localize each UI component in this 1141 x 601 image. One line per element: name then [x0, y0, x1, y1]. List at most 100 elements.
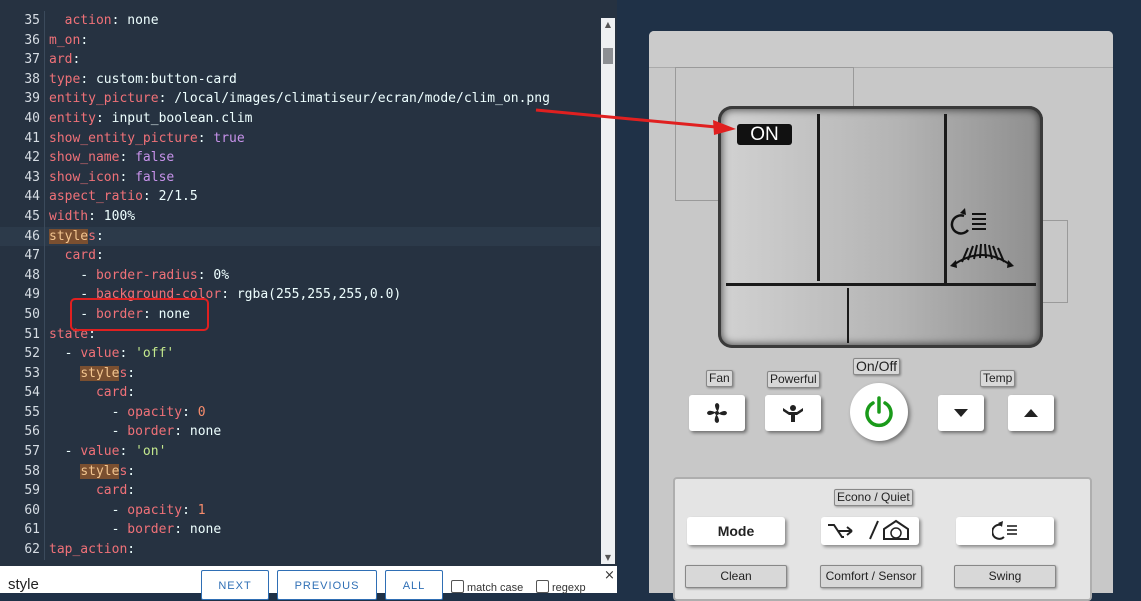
code-text: - border-radius: 0% — [49, 267, 230, 283]
power-button[interactable] — [850, 383, 908, 441]
powerful-button[interactable] — [765, 395, 821, 431]
gutter-divider — [44, 285, 45, 305]
code-line[interactable]: 62 tap_action: — [0, 540, 600, 560]
line-number: 35 — [24, 13, 40, 28]
code-line[interactable]: 46 styles: — [0, 226, 600, 247]
line-number: 58 — [24, 463, 40, 479]
previous-button[interactable]: PREVIOUS — [277, 570, 377, 600]
code-line[interactable]: 43 show_icon: false — [0, 167, 600, 188]
code-line[interactable]: 56 - border: none — [0, 422, 600, 443]
code-line[interactable]: 53 styles: — [0, 363, 600, 384]
line-number: 39 — [24, 91, 40, 107]
scroll-thumb[interactable] — [603, 48, 613, 64]
gutter-divider — [44, 461, 45, 482]
code-text: - border: none — [49, 522, 222, 538]
code-line[interactable]: 55 - opacity: 0 — [0, 402, 600, 423]
line-number: 59 — [24, 483, 40, 499]
code-text: width: 100% — [49, 208, 136, 224]
line-number: 44 — [24, 189, 40, 205]
code-line[interactable]: 45 width: 100% — [0, 206, 600, 227]
code-text: type: custom:button-card — [49, 71, 237, 87]
fan-button[interactable] — [689, 395, 745, 431]
temp-label: Temp — [980, 370, 1016, 387]
code-line[interactable]: 60 - opacity: 1 — [0, 500, 600, 521]
code-text: show_icon: false — [49, 169, 175, 185]
code-text: entity_picture: /local/images/climatiseu… — [49, 91, 550, 107]
gutter-divider — [44, 108, 45, 129]
powerful-label: Powerful — [767, 371, 820, 388]
code-line[interactable]: 42 show_name: false — [0, 148, 600, 168]
swing-label: Swing — [954, 565, 1056, 588]
line-number: 52 — [24, 346, 40, 362]
gutter-divider — [44, 500, 45, 521]
code-text: tap_action: — [49, 542, 136, 558]
code-text: card: — [64, 248, 104, 264]
code-line[interactable]: 39 entity_picture: /local/images/climatis… — [0, 89, 600, 109]
checkbox-icon — [536, 580, 549, 593]
on-status-badge: ON — [737, 124, 792, 145]
gutter-divider — [44, 324, 45, 345]
code-line[interactable]: 35 action: none — [0, 11, 600, 31]
code-text: card: — [95, 385, 136, 401]
code-line[interactable]: 41 show_entity_picture: true — [0, 128, 600, 149]
gutter-divider — [44, 481, 45, 501]
code-line[interactable]: 36 m_on: — [0, 30, 600, 51]
temp-up-button[interactable] — [1008, 395, 1054, 431]
screen-divider — [726, 283, 1036, 286]
code-line[interactable]: 37 ard: — [0, 50, 600, 70]
code-line[interactable]: 47 card: — [0, 246, 600, 266]
line-number: 45 — [24, 208, 40, 224]
econo-quiet-button[interactable] — [821, 517, 919, 545]
gutter-divider — [44, 442, 45, 462]
code-line[interactable]: 58 styles: — [0, 461, 600, 482]
swing-vertical-icon — [992, 521, 1017, 540]
line-number: 56 — [24, 424, 40, 440]
triangle-down-icon — [954, 409, 968, 417]
all-button[interactable]: ALL — [385, 570, 443, 600]
gutter-divider — [44, 226, 45, 247]
line-number: 48 — [24, 267, 40, 283]
code-line[interactable]: 61 - border: none — [0, 520, 600, 541]
match-case-checkbox[interactable]: match case — [451, 580, 523, 594]
line-number: 61 — [24, 522, 40, 538]
search-bar: NEXT PREVIOUS ALL match case regexp × — [0, 566, 617, 600]
line-number: 46 — [24, 228, 40, 244]
code-text: styles: — [80, 365, 136, 381]
powerful-icon — [783, 405, 803, 422]
temp-down-button[interactable] — [938, 395, 984, 431]
gutter-divider — [44, 206, 45, 227]
regexp-label: regexp — [552, 582, 586, 594]
line-number: 51 — [24, 326, 40, 342]
gutter-divider — [44, 89, 45, 109]
next-button[interactable]: NEXT — [201, 570, 269, 600]
power-icon — [865, 396, 893, 428]
line-number: 41 — [24, 130, 40, 146]
search-input[interactable] — [8, 576, 188, 593]
gutter-divider — [44, 402, 45, 423]
gutter-divider — [44, 69, 45, 90]
mode-button[interactable]: Mode — [687, 517, 785, 545]
code-text: - opacity: 1 — [49, 502, 206, 518]
code-line[interactable]: 38 type: custom:button-card — [0, 69, 600, 90]
code-line[interactable]: 59 card: — [0, 481, 600, 501]
code-line[interactable]: 57 - value: 'on' — [0, 442, 600, 462]
code-text: show_entity_picture: true — [49, 130, 245, 146]
line-number: 40 — [24, 110, 40, 126]
swing-button[interactable] — [956, 517, 1054, 545]
regexp-checkbox[interactable]: regexp — [536, 580, 586, 594]
editor-scrollbar[interactable]: ▲ ▼ — [601, 18, 615, 564]
code-editor[interactable]: 35 action: none 36 m_on: 37 ard: 38 type: cust… — [0, 0, 617, 566]
scroll-up-icon[interactable]: ▲ — [601, 20, 615, 29]
code-line[interactable]: 52 - value: 'off' — [0, 344, 600, 364]
gutter-divider — [44, 246, 45, 266]
gutter-divider — [44, 30, 45, 51]
code-line[interactable]: 44 aspect_ratio: 2/1.5 — [0, 187, 600, 207]
scroll-down-icon[interactable]: ▼ — [601, 553, 615, 562]
clean-label: Clean — [685, 565, 787, 588]
highlight-box — [70, 298, 209, 331]
code-line[interactable]: 48 - border-radius: 0% — [0, 265, 600, 286]
line-number: 53 — [24, 365, 40, 381]
code-line[interactable]: 40 entity: input_boolean.clim — [0, 108, 600, 129]
code-line[interactable]: 54 card: — [0, 383, 600, 403]
close-icon[interactable]: × — [604, 568, 615, 583]
